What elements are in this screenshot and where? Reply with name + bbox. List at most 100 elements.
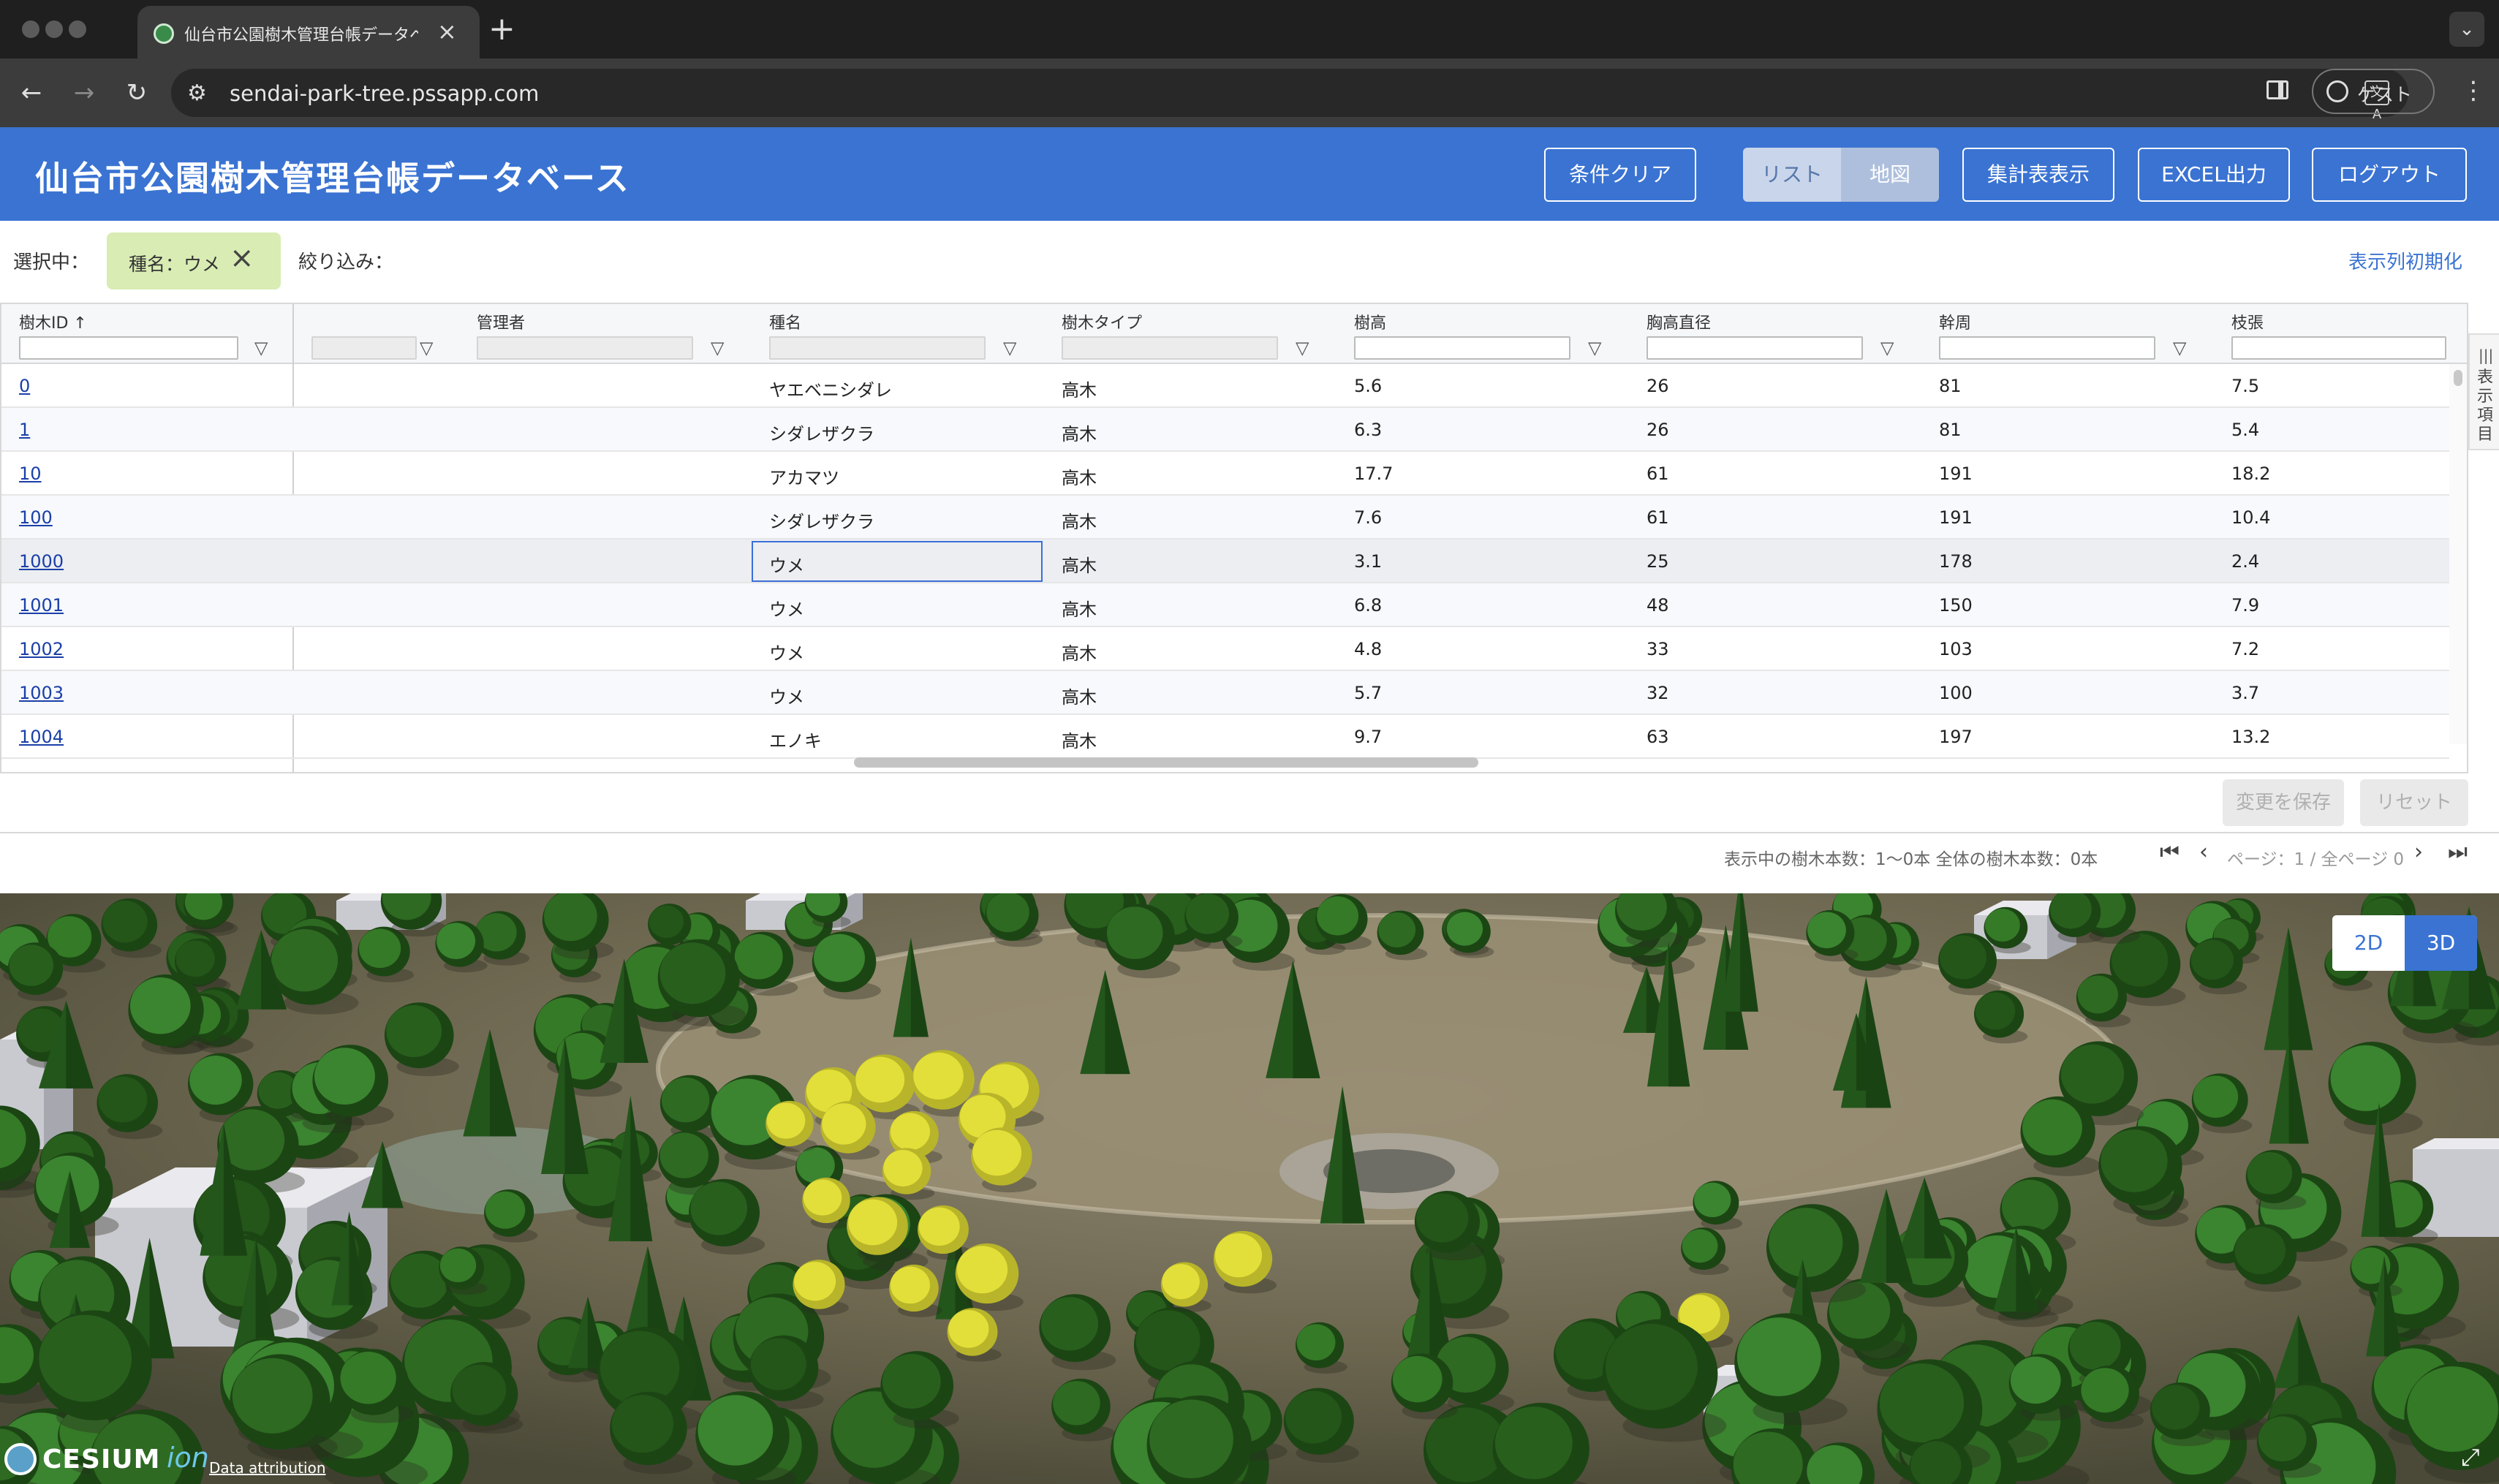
filter-funnel-icon[interactable]: ▽ bbox=[420, 338, 433, 358]
next-page-icon[interactable]: › bbox=[2414, 839, 2423, 865]
tree-id-link[interactable]: 1001 bbox=[19, 595, 64, 616]
browser-menu-icon[interactable]: ⋮ bbox=[2461, 76, 2486, 105]
table-row[interactable]: 10 アカマツ 高木 17.7 61 191 18.2 bbox=[1, 452, 2449, 496]
column-filter-input[interactable] bbox=[1354, 336, 1570, 360]
fullscreen-icon[interactable]: ⤢ bbox=[2461, 1443, 2492, 1474]
column-filter-input[interactable] bbox=[19, 336, 238, 360]
guest-label: ゲスト bbox=[2357, 84, 2413, 105]
map-view-button[interactable]: 地図 bbox=[1841, 148, 1939, 202]
forward-arrow-icon[interactable]: → bbox=[66, 75, 102, 111]
narrow-down-label: 絞り込み： bbox=[298, 251, 394, 273]
save-changes-button[interactable]: 変更を保存 bbox=[2223, 779, 2344, 826]
new-tab-button[interactable]: + bbox=[488, 10, 515, 48]
tree-id-link[interactable]: 1000 bbox=[19, 551, 64, 572]
tab-close-icon[interactable]: × bbox=[437, 18, 457, 45]
table-row[interactable]: 0 ヤエベニシダレ 高木 5.6 26 81 7.5 bbox=[1, 364, 2449, 408]
column-filter-input[interactable] bbox=[1939, 336, 2155, 360]
table-row[interactable]: 1001 ウメ 高木 6.8 48 150 7.9 bbox=[1, 583, 2449, 627]
tree-id-link[interactable]: 1003 bbox=[19, 683, 64, 703]
side-panel-icon[interactable] bbox=[2267, 80, 2288, 99]
window-zoom-dot[interactable] bbox=[69, 20, 86, 38]
tree-id-link[interactable]: 0 bbox=[19, 376, 30, 396]
view-toggle: リスト 地図 bbox=[1743, 148, 1939, 202]
filter-funnel-icon[interactable]: ▽ bbox=[1296, 338, 1309, 358]
column-filter-input[interactable] bbox=[1647, 336, 1863, 360]
column-filter-input[interactable] bbox=[2231, 336, 2446, 360]
filter-funnel-icon[interactable]: ▽ bbox=[1880, 338, 1894, 358]
filter-funnel-icon[interactable]: ▽ bbox=[254, 338, 268, 358]
filter-funnel-icon[interactable]: ▽ bbox=[1588, 338, 1601, 358]
filter-chip-species[interactable]: 種名：ウメ × bbox=[107, 232, 281, 289]
filter-funnel-icon[interactable]: ▽ bbox=[711, 338, 724, 358]
column-header-admin[interactable]: 管理者 ▽ bbox=[459, 304, 752, 364]
column-header-height[interactable]: 樹高 ▽ bbox=[1337, 304, 1629, 364]
highlighted-ume-tree bbox=[918, 1207, 960, 1246]
table-row[interactable]: 1000 ウメ 高木 3.1 25 178 2.4 bbox=[1, 540, 2449, 583]
list-view-button[interactable]: リスト bbox=[1743, 148, 1841, 202]
tree-canopy bbox=[2081, 1368, 2129, 1413]
tree-id-link[interactable]: 100 bbox=[19, 507, 53, 528]
address-bar[interactable]: ⚙ sendai-park-tree.pssapp.com 文A bbox=[171, 69, 2408, 122]
horizontal-scroll-thumb[interactable] bbox=[854, 757, 1478, 768]
browser-tab[interactable]: 仙台市公園樹木管理台帳データベース × bbox=[137, 6, 480, 58]
tree-id-link[interactable]: 1004 bbox=[19, 727, 64, 747]
tree-id-link[interactable]: 1002 bbox=[19, 639, 64, 659]
clear-conditions-button[interactable]: 条件クリア bbox=[1544, 148, 1696, 202]
window-minimize-dot[interactable] bbox=[45, 20, 63, 38]
data-attribution-link[interactable]: Data attribution bbox=[209, 1459, 326, 1477]
3d-button[interactable]: 3D bbox=[2405, 915, 2477, 971]
table-row[interactable]: 1002 ウメ 高木 4.8 33 103 7.2 bbox=[1, 627, 2449, 671]
tree-canopy bbox=[1694, 1182, 1731, 1218]
chip-remove-icon[interactable]: × bbox=[230, 241, 254, 275]
tab-search-chevron-icon[interactable]: ⌄ bbox=[2449, 12, 2484, 47]
table-row[interactable]: 1 シダレザクラ 高木 6.3 26 81 5.4 bbox=[1, 408, 2449, 452]
tree-id-link[interactable]: 1 bbox=[19, 420, 30, 440]
highlighted-ume-tree bbox=[883, 1150, 923, 1186]
vertical-scroll-thumb[interactable] bbox=[2454, 370, 2462, 386]
url-text[interactable]: sendai-park-tree.pssapp.com bbox=[230, 81, 539, 106]
tree-id-link[interactable]: 10 bbox=[19, 463, 42, 484]
filter-funnel-icon[interactable]: ▽ bbox=[2173, 338, 2186, 358]
column-header-tree-id[interactable]: 樹木ID ↑ ▽ bbox=[1, 304, 292, 364]
summary-table-button[interactable]: 集計表表示 bbox=[1962, 148, 2114, 202]
column-header-tree-type[interactable]: 樹木タイプ ▽ bbox=[1044, 304, 1337, 364]
reset-columns-link[interactable]: 表示列初期化 bbox=[2348, 247, 2462, 274]
column-header-dbh[interactable]: 胸高直径 ▽ bbox=[1629, 304, 1921, 364]
column-header-spread[interactable]: 枝張 bbox=[2214, 304, 2467, 364]
2d-button[interactable]: 2D bbox=[2332, 915, 2405, 971]
filter-funnel-icon[interactable]: ▽ bbox=[1003, 338, 1016, 358]
vertical-scrollbar[interactable] bbox=[2449, 364, 2467, 744]
site-info-icon[interactable]: ⚙ bbox=[187, 80, 207, 106]
column-filter-input[interactable] bbox=[477, 336, 693, 360]
column-header-species[interactable]: 種名 ▽ bbox=[752, 304, 1044, 364]
table-row[interactable]: 1003 ウメ 高木 5.7 32 100 3.7 bbox=[1, 671, 2449, 715]
tree-canopy bbox=[130, 977, 191, 1034]
back-arrow-icon[interactable]: ← bbox=[13, 75, 50, 111]
column-filter-input[interactable] bbox=[311, 336, 417, 360]
tree-canopy bbox=[661, 1077, 710, 1123]
tree-canopy bbox=[1378, 912, 1416, 947]
first-page-icon[interactable]: ⏮ bbox=[2160, 839, 2179, 865]
cesium-3d-map[interactable]: 2D 3D CESIUM ion Data attribution ⤢ bbox=[0, 893, 2499, 1484]
tree-canopy bbox=[2193, 1075, 2239, 1118]
browser-toolbar: ← → ↻ ⚙ sendai-park-tree.pssapp.com 文A bbox=[0, 58, 2499, 127]
column-filter-input[interactable] bbox=[769, 336, 986, 360]
profile-guest-button[interactable]: ゲスト bbox=[2312, 69, 2435, 114]
last-page-icon[interactable]: ⏭ bbox=[2448, 839, 2468, 865]
cell-girth: 81 bbox=[1939, 376, 1962, 396]
prev-page-icon[interactable]: ‹ bbox=[2199, 839, 2208, 865]
column-chooser-tab[interactable]: ||| 表示項目 bbox=[2468, 333, 2499, 450]
column-header-girth[interactable]: 幹周 ▽ bbox=[1921, 304, 2214, 364]
table-row[interactable]: 1004 エノキ 高木 9.7 63 197 13.2 bbox=[1, 715, 2449, 759]
window-close-dot[interactable] bbox=[22, 20, 39, 38]
reset-button[interactable]: リセット bbox=[2360, 779, 2468, 826]
logout-button[interactable]: ログアウト bbox=[2312, 148, 2467, 202]
map-canvas[interactable] bbox=[0, 893, 2499, 1484]
cell-type: 高木 bbox=[1062, 468, 1097, 488]
reload-icon[interactable]: ↻ bbox=[118, 75, 155, 111]
column-filter-input[interactable] bbox=[1062, 336, 1278, 360]
column-header-blank[interactable]: ▽ bbox=[294, 304, 459, 364]
table-row[interactable]: 100 シダレザクラ 高木 7.6 61 191 10.4 bbox=[1, 496, 2449, 540]
excel-export-button[interactable]: EXCEL出力 bbox=[2138, 148, 2290, 202]
highlighted-ume-tree bbox=[956, 1246, 1008, 1294]
